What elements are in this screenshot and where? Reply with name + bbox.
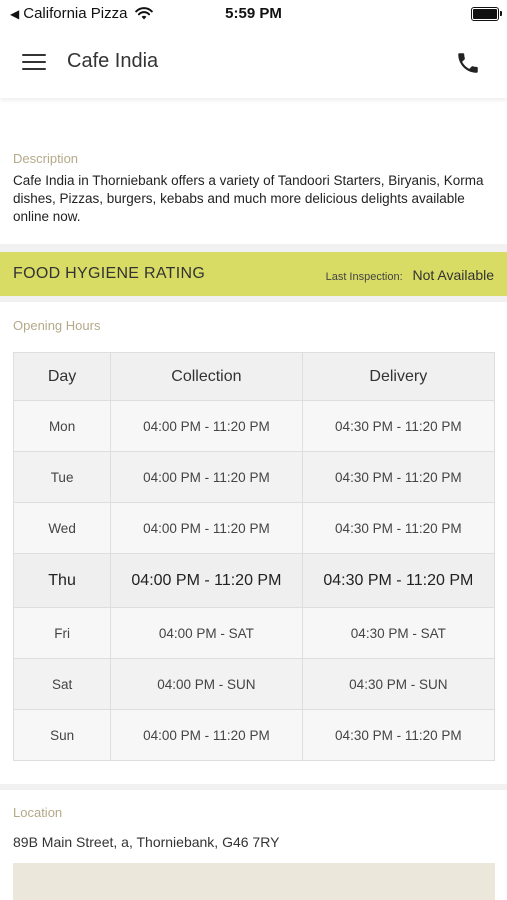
collection-cell: 04:00 PM - SUN <box>110 658 303 710</box>
day-cell: Sun <box>12 709 112 761</box>
battery-icon <box>471 7 502 21</box>
table-row: Fri 04:00 PM - SAT 04:30 PM - SAT <box>12 607 496 659</box>
app-header: Cafe India <box>0 28 507 98</box>
page-title: Cafe India <box>67 50 159 72</box>
location-label: Location <box>13 805 63 820</box>
table-row: Tue 04:00 PM - 11:20 PM 04:30 PM - 11:20… <box>12 451 496 503</box>
location-map[interactable] <box>13 863 495 900</box>
delivery-cell: 04:30 PM - 11:20 PM <box>301 502 496 554</box>
phone-icon[interactable] <box>455 50 481 76</box>
column-header-day: Day <box>12 352 112 401</box>
collection-cell: 04:00 PM - 11:20 PM <box>110 553 303 608</box>
collection-cell: 04:00 PM - 11:20 PM <box>110 451 303 503</box>
delivery-cell: 04:30 PM - 11:20 PM <box>301 553 496 608</box>
status-bar: ◀ California Pizza 5:59 PM <box>0 0 507 28</box>
location-address: 89B Main Street, a, Thorniebank, G46 7RY <box>13 834 280 850</box>
collection-cell: 04:00 PM - SAT <box>110 607 303 659</box>
column-header-collection: Collection <box>110 352 303 401</box>
delivery-cell: 04:30 PM - 11:20 PM <box>301 451 496 503</box>
day-cell: Tue <box>12 451 112 503</box>
table-row: Sun 04:00 PM - 11:20 PM 04:30 PM - 11:20… <box>12 709 496 761</box>
day-cell: Mon <box>12 400 112 452</box>
opening-hours-table: Day Collection Delivery Mon 04:00 PM - 1… <box>12 352 496 761</box>
table-row-today: Thu 04:00 PM - 11:20 PM 04:30 PM - 11:20… <box>12 553 496 608</box>
table-row: Wed 04:00 PM - 11:20 PM 04:30 PM - 11:20… <box>12 502 496 554</box>
divider <box>0 244 507 252</box>
hygiene-title: FOOD HYGIENE RATING <box>13 265 206 282</box>
table-row: Mon 04:00 PM - 11:20 PM 04:30 PM - 11:20… <box>12 400 496 452</box>
hamburger-menu-icon[interactable] <box>22 54 46 72</box>
delivery-cell: 04:30 PM - 11:20 PM <box>301 709 496 761</box>
last-inspection: Last Inspection: Not Available <box>326 267 494 283</box>
day-cell: Sat <box>12 658 112 710</box>
column-header-delivery: Delivery <box>301 352 496 401</box>
last-inspection-label: Last Inspection: <box>325 271 403 283</box>
description-label: Description <box>13 151 79 166</box>
status-time: 5:59 PM <box>225 5 282 22</box>
day-cell: Fri <box>12 607 112 659</box>
day-cell: Thu <box>12 553 112 608</box>
delivery-cell: 04:30 PM - SAT <box>301 607 496 659</box>
table-row: Sat 04:00 PM - SUN 04:30 PM - SUN <box>12 658 496 710</box>
divider <box>0 784 507 790</box>
collection-cell: 04:00 PM - 11:20 PM <box>110 400 303 452</box>
day-cell: Wed <box>12 502 112 554</box>
table-header-row: Day Collection Delivery <box>12 352 496 401</box>
opening-hours-label: Opening Hours <box>13 318 101 333</box>
collection-cell: 04:00 PM - 11:20 PM <box>110 709 303 761</box>
delivery-cell: 04:30 PM - 11:20 PM <box>301 400 496 452</box>
divider <box>0 296 507 302</box>
food-hygiene-rating-bar: FOOD HYGIENE RATING Last Inspection: Not… <box>0 252 507 296</box>
delivery-cell: 04:30 PM - SUN <box>301 658 496 710</box>
last-inspection-value: Not Available <box>412 267 494 283</box>
collection-cell: 04:00 PM - 11:20 PM <box>110 502 303 554</box>
description-text: Cafe India in Thorniebank offers a varie… <box>13 173 484 224</box>
